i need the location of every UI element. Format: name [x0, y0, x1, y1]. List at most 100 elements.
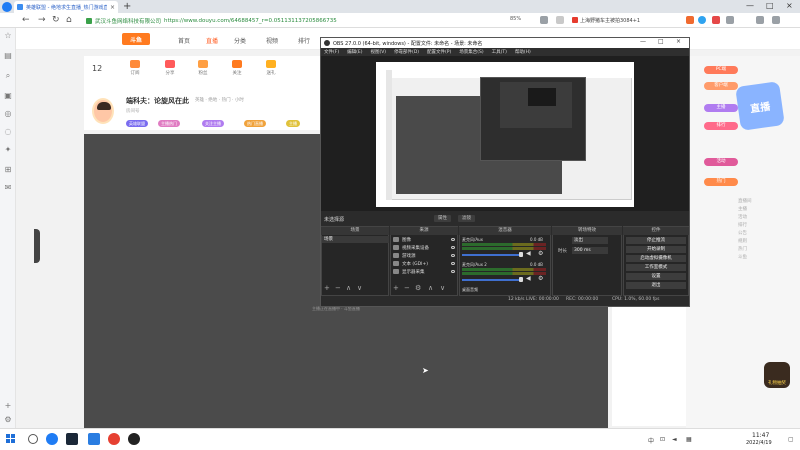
settings-button[interactable]: 设置 — [626, 273, 686, 280]
browser-logo-icon[interactable] — [2, 2, 12, 12]
gift-button[interactable]: 送礼 — [256, 60, 286, 76]
translate-icon[interactable]: ◎ — [4, 110, 12, 118]
duration-input[interactable]: 300 ms — [572, 247, 608, 254]
promo-pill[interactable]: 客户端 — [704, 82, 738, 90]
site-nav-live[interactable]: 直播 — [206, 36, 218, 45]
add-scene-button[interactable]: + — [324, 284, 330, 294]
visibility-eye-icon[interactable] — [451, 254, 455, 257]
back-icon[interactable]: ← — [22, 15, 30, 25]
doc-icon[interactable]: ▤ — [4, 52, 12, 60]
promo-pill[interactable]: PC端 — [704, 66, 738, 74]
visibility-eye-icon[interactable] — [451, 270, 455, 273]
download-icon[interactable] — [756, 16, 764, 24]
promo-pill[interactable]: 主播 — [704, 104, 738, 112]
site-nav-home[interactable]: 首页 — [178, 36, 190, 45]
promo-pill[interactable]: 排行 — [704, 122, 738, 130]
source-item[interactable]: 图像 — [391, 236, 457, 243]
obs-menu-item[interactable]: 帮助(H) — [515, 49, 531, 55]
minimize-button[interactable]: — — [746, 1, 754, 10]
close-window-button[interactable]: × — [786, 1, 793, 10]
exit-button[interactable]: 退出 — [626, 282, 686, 289]
room-tag[interactable]: 关注主播 — [202, 120, 224, 127]
gear-icon[interactable]: ⚙ — [538, 275, 543, 282]
stop-streaming-button[interactable]: 停止推流 — [626, 237, 686, 244]
add-source-button[interactable]: + — [393, 284, 399, 294]
lottery-gift-icon[interactable]: 礼物抽奖 — [764, 362, 790, 388]
volume-fader[interactable] — [462, 279, 522, 281]
mail-icon[interactable]: ✉ — [4, 184, 12, 192]
promo-pill[interactable]: 活动 — [704, 158, 738, 166]
properties-button[interactable]: 属性 — [434, 215, 451, 222]
url-field[interactable]: 武汉斗鱼网络科技有限公司 https://www.douyu.com/64688… — [86, 15, 526, 26]
browser-tab-active[interactable]: 英雄联盟 - 绝地求生直播_热门游戏直播_斗鱼 × — [14, 1, 118, 13]
tab-close-icon[interactable]: × — [110, 4, 115, 11]
maximize-button[interactable]: □ — [766, 1, 774, 10]
visibility-eye-icon[interactable] — [451, 238, 455, 241]
remove-source-button[interactable]: − — [404, 284, 410, 294]
obs-menu-item[interactable]: 编辑(E) — [347, 49, 362, 55]
search-icon[interactable]: ⌕ — [4, 72, 12, 80]
remove-scene-button[interactable]: − — [335, 284, 341, 294]
forward-icon[interactable]: → — [38, 15, 46, 25]
virtual-camera-button[interactable]: 启动虚拟摄像机 — [626, 255, 686, 262]
promo-badge[interactable]: 直播 — [735, 81, 785, 131]
reader-icon[interactable] — [556, 16, 564, 24]
steam-app-icon[interactable] — [66, 433, 78, 445]
source-settings-button[interactable]: ⚙ — [415, 284, 421, 294]
source-item[interactable]: 文本 (GDI+) — [391, 260, 457, 267]
filters-button[interactable]: 滤镜 — [458, 215, 475, 222]
start-recording-button[interactable]: 开始录制 — [626, 246, 686, 253]
speaker-icon[interactable]: ◀ — [526, 250, 531, 257]
notification-icon[interactable]: ▢ — [788, 436, 794, 443]
undo-icon[interactable] — [726, 16, 734, 24]
studio-mode-button[interactable]: 工作室模式 — [626, 264, 686, 271]
room-tag[interactable]: 主播 — [286, 120, 300, 127]
search-icon[interactable] — [28, 434, 38, 444]
obs-menu-item[interactable]: 停靠部件(D) — [394, 49, 419, 55]
subscribe-button[interactable]: 订阅 — [120, 60, 150, 76]
reload-icon[interactable]: ↻ — [52, 15, 60, 25]
home-icon[interactable]: ⌂ — [66, 15, 72, 25]
obs-menu-item[interactable]: 配置文件(P) — [427, 49, 451, 55]
new-tab-button[interactable]: + — [123, 1, 131, 12]
move-scene-up-button[interactable]: ∧ — [346, 284, 351, 294]
obs-maximize-button[interactable]: □ — [658, 38, 664, 45]
obs-minimize-button[interactable]: — — [640, 38, 646, 45]
obs-menu-item[interactable]: 场景集合(S) — [459, 49, 483, 55]
obs-menu-item[interactable]: 工具(T) — [492, 49, 507, 55]
grid-icon[interactable] — [540, 16, 548, 24]
cart-icon[interactable]: ⊞ — [4, 166, 12, 174]
gear-icon[interactable]: ⚙ — [538, 250, 543, 257]
star-icon[interactable]: ☆ — [4, 32, 12, 40]
obs-menu-item[interactable]: 视图(V) — [370, 49, 386, 55]
extension-icon-3[interactable] — [712, 16, 720, 24]
settings-icon[interactable]: ⚙ — [4, 416, 12, 424]
move-source-up-button[interactable]: ∧ — [428, 284, 433, 294]
volume-fader-knob[interactable] — [519, 252, 523, 257]
clock-time[interactable]: 11:47 — [752, 432, 769, 439]
speaker-icon[interactable]: ◀ — [526, 275, 531, 282]
fans-button[interactable]: 粉丝 — [188, 60, 218, 76]
share-button[interactable]: 分享 — [155, 60, 185, 76]
follow-button[interactable]: 关注 — [222, 60, 252, 76]
add-icon[interactable]: + — [4, 402, 12, 410]
search-box[interactable]: 上海野猪车主被拍3084+1 — [572, 15, 682, 25]
obs-menu-item[interactable]: 文件(F) — [324, 49, 339, 55]
tray-ime-indicator[interactable]: 中 — [648, 436, 654, 445]
site-nav-category[interactable]: 分类 — [234, 36, 246, 45]
room-tag[interactable]: 主播热门 — [158, 120, 180, 127]
obs-close-button[interactable]: × — [676, 38, 681, 45]
source-item[interactable]: 游戏源 — [391, 252, 457, 259]
game-icon[interactable]: ✦ — [4, 146, 12, 154]
room-tag[interactable]: 英雄联盟 — [126, 120, 148, 127]
extension-icon-2[interactable] — [698, 16, 706, 24]
extension-icon[interactable] — [686, 16, 694, 24]
note-icon[interactable]: ▣ — [4, 92, 12, 100]
chat-icon[interactable]: ◌ — [4, 128, 12, 136]
zoom-level[interactable]: 85% — [510, 16, 521, 22]
tray-network-icon[interactable]: ⊡ — [660, 436, 665, 443]
room-tag[interactable]: 热门直播 — [244, 120, 266, 127]
volume-fader-knob[interactable] — [519, 277, 523, 282]
scene-list-item[interactable]: 场景 — [322, 236, 389, 243]
tray-volume-icon[interactable]: ◄ — [672, 436, 677, 443]
